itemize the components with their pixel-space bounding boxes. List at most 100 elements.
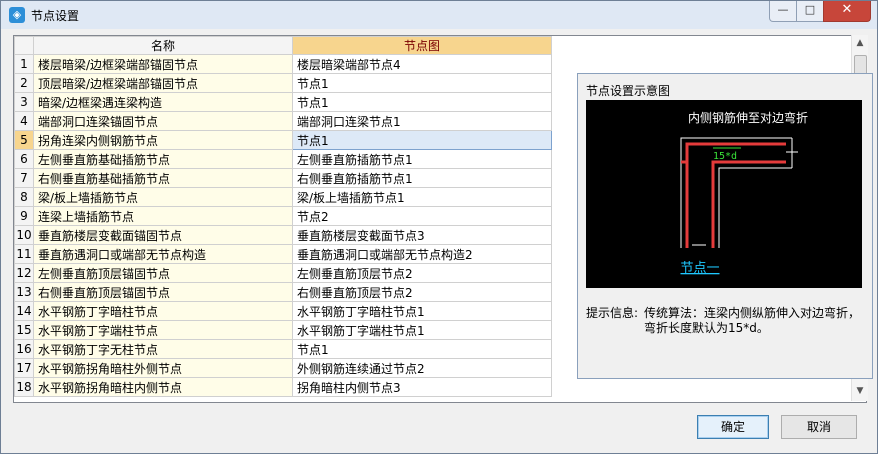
- node-settings-dialog: ◈ 节点设置 — □ ✕ 名称 节点图 1 楼层暗梁/边框梁端部锚固节点 楼层暗梁端…: [0, 0, 878, 454]
- setting-name-cell[interactable]: 水平钢筋丁字暗柱节点: [33, 301, 293, 321]
- row-number-cell[interactable]: 6: [14, 149, 34, 169]
- node-name-link[interactable]: 节点一: [680, 261, 719, 276]
- scroll-thumb[interactable]: [854, 55, 867, 75]
- setting-name-cell[interactable]: 右侧垂直筋顶层锚固节点: [33, 282, 293, 302]
- node-value-cell[interactable]: 左侧垂直筋顶层节点2: [292, 263, 552, 283]
- setting-name-cell[interactable]: 拐角连梁内侧钢筋节点: [33, 130, 293, 150]
- row-number-cell[interactable]: 10: [14, 225, 34, 245]
- node-value-cell[interactable]: 节点1: [292, 130, 552, 150]
- node-value-cell[interactable]: 左侧垂直筋插筋节点1: [292, 149, 552, 169]
- settings-table: 名称 节点图 1 楼层暗梁/边框梁端部锚固节点 楼层暗梁端部节点4 2 顶层暗梁/边框梁…: [14, 36, 552, 397]
- table-row[interactable]: 12 左侧垂直筋顶层锚固节点 左侧垂直筋顶层节点2: [14, 263, 552, 283]
- setting-name-cell[interactable]: 梁/板上墙插筋节点: [33, 187, 293, 207]
- setting-name-cell[interactable]: 暗梁/边框梁遇连梁构造: [33, 92, 293, 112]
- close-button[interactable]: ✕: [823, 1, 871, 22]
- row-number-header: [14, 36, 34, 55]
- name-column-header[interactable]: 名称: [33, 36, 293, 55]
- row-number-cell[interactable]: 15: [14, 320, 34, 340]
- table-row[interactable]: 7 右侧垂直筋基础插筋节点 右侧垂直筋插筋节点1: [14, 168, 552, 188]
- node-value-cell[interactable]: 垂直筋楼层变截面节点3: [292, 225, 552, 245]
- title-bar: ◈ 节点设置 — □ ✕: [1, 1, 877, 29]
- setting-name-cell[interactable]: 连梁上墙插筋节点: [33, 206, 293, 226]
- node-value-cell[interactable]: 拐角暗柱内侧节点3: [292, 377, 552, 397]
- setting-name-cell[interactable]: 端部洞口连梁锚固节点: [33, 111, 293, 131]
- table-header-row: 名称 节点图: [14, 36, 552, 55]
- node-value-cell[interactable]: 右侧垂直筋顶层节点2: [292, 282, 552, 302]
- row-number-cell[interactable]: 9: [14, 206, 34, 226]
- maximize-button[interactable]: □: [796, 1, 824, 22]
- window-title: 节点设置: [31, 9, 80, 23]
- scroll-down-arrow-icon[interactable]: ▼: [852, 383, 868, 399]
- app-logo-icon: ◈: [9, 7, 25, 23]
- row-number-cell[interactable]: 16: [14, 339, 34, 359]
- table-row[interactable]: 3 暗梁/边框梁遇连梁构造 节点1: [14, 92, 552, 112]
- setting-name-cell[interactable]: 水平钢筋丁字无柱节点: [33, 339, 293, 359]
- inner-rebar-bend: [681, 160, 689, 182]
- table-row[interactable]: 18 水平钢筋拐角暗柱内侧节点 拐角暗柱内侧节点3: [14, 377, 552, 397]
- hint-label: 提示信息:: [586, 306, 639, 320]
- row-number-cell[interactable]: 17: [14, 358, 34, 378]
- row-number-cell[interactable]: 1: [14, 54, 34, 74]
- node-value-cell[interactable]: 垂直筋遇洞口或端部无节点构造2: [292, 244, 552, 264]
- table-row[interactable]: 1 楼层暗梁/边框梁端部锚固节点 楼层暗梁端部节点4: [14, 54, 552, 74]
- row-number-cell[interactable]: 14: [14, 301, 34, 321]
- setting-name-cell[interactable]: 垂直筋楼层变截面锚固节点: [33, 225, 293, 245]
- setting-name-cell[interactable]: 水平钢筋丁字端柱节点: [33, 320, 293, 340]
- table-row[interactable]: 4 端部洞口连梁锚固节点 端部洞口连梁节点1: [14, 111, 552, 131]
- node-value-cell[interactable]: 节点2: [292, 206, 552, 226]
- node-value-cell[interactable]: 梁/板上墙插筋节点1: [292, 187, 552, 207]
- table-row[interactable]: 11 垂直筋遇洞口或端部无节点构造 垂直筋遇洞口或端部无节点构造2: [14, 244, 552, 264]
- node-column-header[interactable]: 节点图: [292, 36, 552, 55]
- setting-name-cell[interactable]: 顶层暗梁/边框梁端部锚固节点: [33, 73, 293, 93]
- table-row[interactable]: 9 连梁上墙插筋节点 节点2: [14, 206, 552, 226]
- setting-name-cell[interactable]: 垂直筋遇洞口或端部无节点构造: [33, 244, 293, 264]
- wall-inner-outline: [718, 167, 792, 248]
- setting-name-cell[interactable]: 左侧垂直筋基础插筋节点: [33, 149, 293, 169]
- row-number-cell[interactable]: 13: [14, 282, 34, 302]
- row-number-cell[interactable]: 18: [14, 377, 34, 397]
- row-number-cell[interactable]: 8: [14, 187, 34, 207]
- setting-name-cell[interactable]: 右侧垂直筋基础插筋节点: [33, 168, 293, 188]
- table-row[interactable]: 14 水平钢筋丁字暗柱节点 水平钢筋丁字暗柱节点1: [14, 301, 552, 321]
- table-row[interactable]: 5 拐角连梁内侧钢筋节点 节点1: [14, 130, 552, 150]
- row-number-cell[interactable]: 11: [14, 244, 34, 264]
- table-row[interactable]: 2 顶层暗梁/边框梁端部锚固节点 节点1: [14, 73, 552, 93]
- table-row[interactable]: 13 右侧垂直筋顶层锚固节点 右侧垂直筋顶层节点2: [14, 282, 552, 302]
- row-number-cell[interactable]: 2: [14, 73, 34, 93]
- table-row[interactable]: 8 梁/板上墙插筋节点 梁/板上墙插筋节点1: [14, 187, 552, 207]
- row-number-cell[interactable]: 12: [14, 263, 34, 283]
- scroll-up-arrow-icon[interactable]: ▲: [852, 35, 868, 51]
- node-value-cell[interactable]: 右侧垂直筋插筋节点1: [292, 168, 552, 188]
- row-number-cell[interactable]: 4: [14, 111, 34, 131]
- node-value-cell[interactable]: 端部洞口连梁节点1: [292, 111, 552, 131]
- diagram-caption: 内侧钢筋伸至对边弯折: [688, 110, 808, 125]
- table-row[interactable]: 15 水平钢筋丁字端柱节点 水平钢筋丁字端柱节点1: [14, 320, 552, 340]
- row-number-cell[interactable]: 5: [14, 130, 34, 150]
- node-value-cell[interactable]: 外侧钢筋连续通过节点2: [292, 358, 552, 378]
- node-value-cell[interactable]: 水平钢筋丁字端柱节点1: [292, 320, 552, 340]
- setting-name-cell[interactable]: 水平钢筋拐角暗柱内侧节点: [33, 377, 293, 397]
- node-preview-panel: 节点设置示意图 内侧钢筋伸至对边弯折 15*d 节点一 提示信息: 传统算法：连…: [577, 73, 873, 379]
- ok-button[interactable]: 确定: [697, 415, 769, 439]
- node-value-cell[interactable]: 楼层暗梁端部节点4: [292, 54, 552, 74]
- table-row[interactable]: 10 垂直筋楼层变截面锚固节点 垂直筋楼层变截面节点3: [14, 225, 552, 245]
- cancel-button[interactable]: 取消: [781, 415, 857, 439]
- setting-name-cell[interactable]: 水平钢筋拐角暗柱外侧节点: [33, 358, 293, 378]
- row-number-cell[interactable]: 7: [14, 168, 34, 188]
- node-value-cell[interactable]: 节点1: [292, 73, 552, 93]
- preview-title: 节点设置示意图: [586, 84, 671, 98]
- node-diagram-svg: 内侧钢筋伸至对边弯折 15*d 节点一: [680, 110, 808, 276]
- minimize-button[interactable]: —: [769, 1, 797, 22]
- setting-name-cell[interactable]: 左侧垂直筋顶层锚固节点: [33, 263, 293, 283]
- node-value-cell[interactable]: 节点1: [292, 92, 552, 112]
- table-row[interactable]: 6 左侧垂直筋基础插筋节点 左侧垂直筋插筋节点1: [14, 149, 552, 169]
- table-row[interactable]: 16 水平钢筋丁字无柱节点 节点1: [14, 339, 552, 359]
- setting-name-cell[interactable]: 楼层暗梁/边框梁端部锚固节点: [33, 54, 293, 74]
- row-number-cell[interactable]: 3: [14, 92, 34, 112]
- node-value-cell[interactable]: 节点1: [292, 339, 552, 359]
- hint-text: 传统算法：连梁内侧纵筋伸入对边弯折，弯折长度默认为15*d。: [644, 306, 861, 335]
- inner-rebar: [711, 160, 786, 248]
- node-diagram: 内侧钢筋伸至对边弯折 15*d 节点一: [586, 100, 862, 288]
- node-value-cell[interactable]: 水平钢筋丁字暗柱节点1: [292, 301, 552, 321]
- table-row[interactable]: 17 水平钢筋拐角暗柱外侧节点 外侧钢筋连续通过节点2: [14, 358, 552, 378]
